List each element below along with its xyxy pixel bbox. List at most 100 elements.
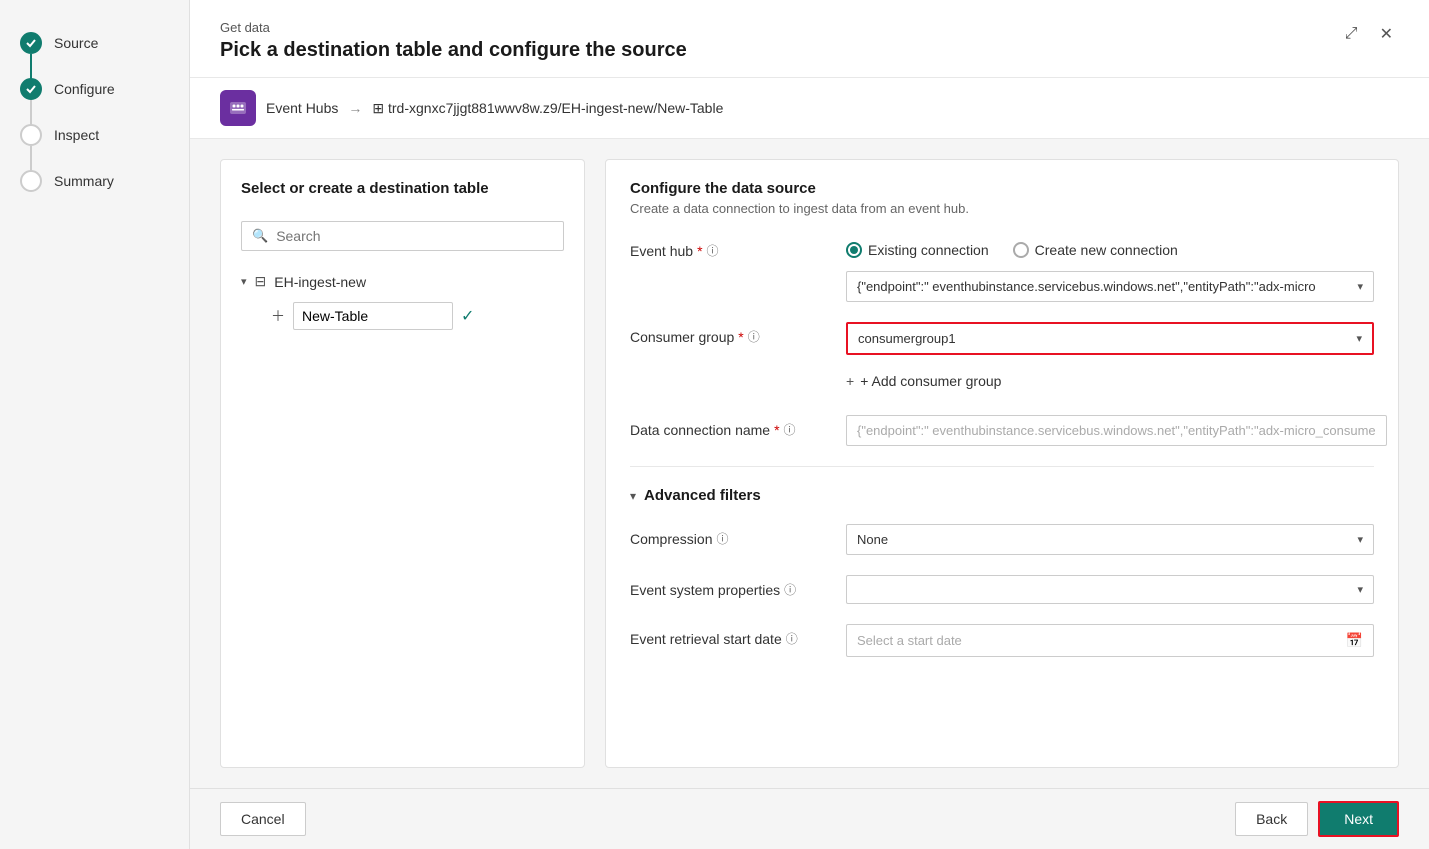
compression-label: Compression ⓘ: [630, 524, 830, 547]
compression-dropdown[interactable]: None ▾: [846, 524, 1374, 555]
data-connection-label: Data connection name * ⓘ: [630, 415, 830, 438]
connection-type-group: Existing connection Create new connectio…: [846, 236, 1374, 258]
add-consumer-group-button[interactable]: + + Add consumer group: [846, 367, 1374, 395]
connection-name-info-icon[interactable]: ⓘ: [784, 421, 796, 438]
event-hub-icon: [220, 90, 256, 126]
compression-row: Compression ⓘ None ▾: [630, 524, 1374, 555]
data-connection-name-input[interactable]: {"endpoint":" eventhubinstance.servicebu…: [846, 415, 1387, 446]
breadcrumb-arrow: →: [348, 100, 362, 116]
calendar-icon: 📅: [1346, 632, 1363, 649]
existing-connection-option[interactable]: Existing connection: [846, 242, 989, 258]
event-retrieval-datepicker[interactable]: Select a start date 📅: [846, 624, 1374, 657]
search-icon: 🔍: [252, 228, 268, 244]
sidebar-label-inspect: Inspect: [54, 127, 99, 143]
close-button[interactable]: ✕: [1374, 20, 1399, 48]
next-button[interactable]: Next: [1318, 801, 1399, 837]
add-consumer-group-label: + Add consumer group: [860, 373, 1001, 389]
advanced-filters-title: Advanced filters: [644, 487, 761, 504]
event-hub-label: Event hub * ⓘ: [630, 236, 830, 259]
compression-info-icon[interactable]: ⓘ: [716, 530, 728, 547]
expand-button[interactable]: ⤢: [1339, 21, 1364, 47]
compression-chevron-icon: ▾: [1357, 533, 1363, 546]
compression-control: None ▾: [846, 524, 1374, 555]
sidebar-item-inspect[interactable]: Inspect: [0, 112, 189, 158]
step-circle-inspect: [20, 124, 42, 146]
create-new-connection-option[interactable]: Create new connection: [1013, 242, 1178, 258]
dialog-actions: ⤢ ✕: [1339, 20, 1399, 48]
compression-value: None: [857, 532, 1357, 547]
dialog-subtitle: Get data: [220, 20, 687, 35]
search-input[interactable]: [276, 228, 553, 244]
data-connection-placeholder-text: {"endpoint":" eventhubinstance.servicebu…: [857, 423, 1376, 438]
event-hub-row: Event hub * ⓘ Existing connection: [630, 236, 1374, 259]
search-box[interactable]: 🔍: [241, 221, 564, 251]
create-new-label: Create new connection: [1035, 242, 1178, 258]
existing-radio-dot[interactable]: [846, 242, 862, 258]
tree-chevron-icon[interactable]: ▾: [241, 275, 247, 288]
add-consumer-group-row: + + Add consumer group: [630, 367, 1374, 395]
breadcrumb-source-name: Event Hubs: [266, 100, 338, 116]
consumer-group-dropdown[interactable]: consumergroup1 ▾: [846, 322, 1374, 355]
connection-dropdown[interactable]: {"endpoint":" eventhubinstance.servicebu…: [846, 271, 1374, 302]
consumer-group-value: consumergroup1: [858, 331, 1356, 346]
consumer-group-row: Consumer group * ⓘ consumergroup1 ▾: [630, 322, 1374, 355]
sidebar-label-source: Source: [54, 35, 98, 51]
confirm-table-icon[interactable]: ✓: [461, 306, 474, 326]
back-button[interactable]: Back: [1235, 802, 1308, 836]
step-circle-configure: [20, 78, 42, 100]
event-retrieval-info-icon[interactable]: ⓘ: [786, 630, 798, 647]
sidebar-label-configure: Configure: [54, 81, 115, 97]
connection-value: {"endpoint":" eventhubinstance.servicebu…: [857, 279, 1357, 294]
event-system-row: Event system properties ⓘ ▾: [630, 575, 1374, 604]
dialog-title: Pick a destination table and configure t…: [220, 39, 687, 62]
connection-name-required-star: *: [774, 422, 779, 438]
consumer-group-control: consumergroup1 ▾: [846, 322, 1374, 355]
cancel-button[interactable]: Cancel: [220, 802, 306, 836]
left-panel-title: Select or create a destination table: [241, 180, 564, 197]
sidebar-item-configure[interactable]: Configure: [0, 66, 189, 112]
event-system-control: ▾: [846, 575, 1374, 604]
tree-table-item[interactable]: ＋ ✓: [241, 296, 564, 336]
breadcrumb-path: ⊞ trd-xgnxc7jjgt881wwv8w.z9/EH-ingest-ne…: [372, 100, 723, 117]
footer: Cancel Back Next: [190, 788, 1429, 849]
event-hub-info-icon[interactable]: ⓘ: [707, 242, 719, 259]
consumer-group-label: Consumer group * ⓘ: [630, 322, 830, 345]
tree-db-item[interactable]: ▾ ⊟ EH-ingest-new: [241, 267, 564, 296]
consumer-group-info-icon[interactable]: ⓘ: [748, 328, 760, 345]
advanced-filters-header[interactable]: ▾ Advanced filters: [630, 487, 1374, 504]
event-system-info-icon[interactable]: ⓘ: [784, 581, 796, 598]
event-retrieval-control: Select a start date 📅: [846, 624, 1374, 657]
connection-select-control: {"endpoint":" eventhubinstance.servicebu…: [846, 271, 1374, 302]
advanced-filters-section: ▾ Advanced filters Compression ⓘ None ▾: [630, 466, 1374, 657]
table-name-input[interactable]: [293, 302, 453, 330]
sidebar-item-source[interactable]: Source: [0, 20, 189, 66]
event-hub-radio-group: Existing connection Create new connectio…: [846, 236, 1374, 258]
connection-chevron-icon: ▾: [1357, 280, 1363, 293]
existing-connection-label: Existing connection: [868, 242, 989, 258]
event-retrieval-label: Event retrieval start date ⓘ: [630, 624, 830, 647]
sidebar-label-summary: Summary: [54, 173, 114, 189]
tree-db-label: EH-ingest-new: [274, 274, 366, 290]
tree-container: ▾ ⊟ EH-ingest-new ＋ ✓: [241, 267, 564, 336]
consumer-group-chevron-icon: ▾: [1356, 332, 1362, 345]
add-consumer-control: + + Add consumer group: [846, 367, 1374, 395]
add-table-icon[interactable]: ＋: [271, 306, 285, 326]
advanced-filters-chevron-icon: ▾: [630, 489, 636, 503]
dialog-header: Get data Pick a destination table and co…: [190, 0, 1429, 78]
dialog-title-block: Get data Pick a destination table and co…: [220, 20, 687, 62]
database-icon: ⊟: [255, 273, 267, 290]
date-placeholder: Select a start date: [857, 633, 1346, 648]
main-content: Get data Pick a destination table and co…: [190, 0, 1429, 849]
event-system-chevron-icon: ▾: [1357, 583, 1363, 596]
breadcrumb: Event Hubs → ⊞ trd-xgnxc7jjgt881wwv8w.z9…: [190, 78, 1429, 139]
event-system-dropdown[interactable]: ▾: [846, 575, 1374, 604]
sidebar: Source Configure Inspect Summary: [0, 0, 190, 849]
event-retrieval-row: Event retrieval start date ⓘ Select a st…: [630, 624, 1374, 657]
config-title: Configure the data source: [630, 180, 1374, 197]
sidebar-item-summary[interactable]: Summary: [0, 158, 189, 204]
panels-container: Select or create a destination table 🔍 ▾…: [190, 139, 1429, 788]
add-consumer-icon: +: [846, 373, 854, 389]
footer-right-actions: Back Next: [1235, 801, 1399, 837]
create-new-radio-dot[interactable]: [1013, 242, 1029, 258]
connection-select-row: {"endpoint":" eventhubinstance.servicebu…: [630, 271, 1374, 302]
